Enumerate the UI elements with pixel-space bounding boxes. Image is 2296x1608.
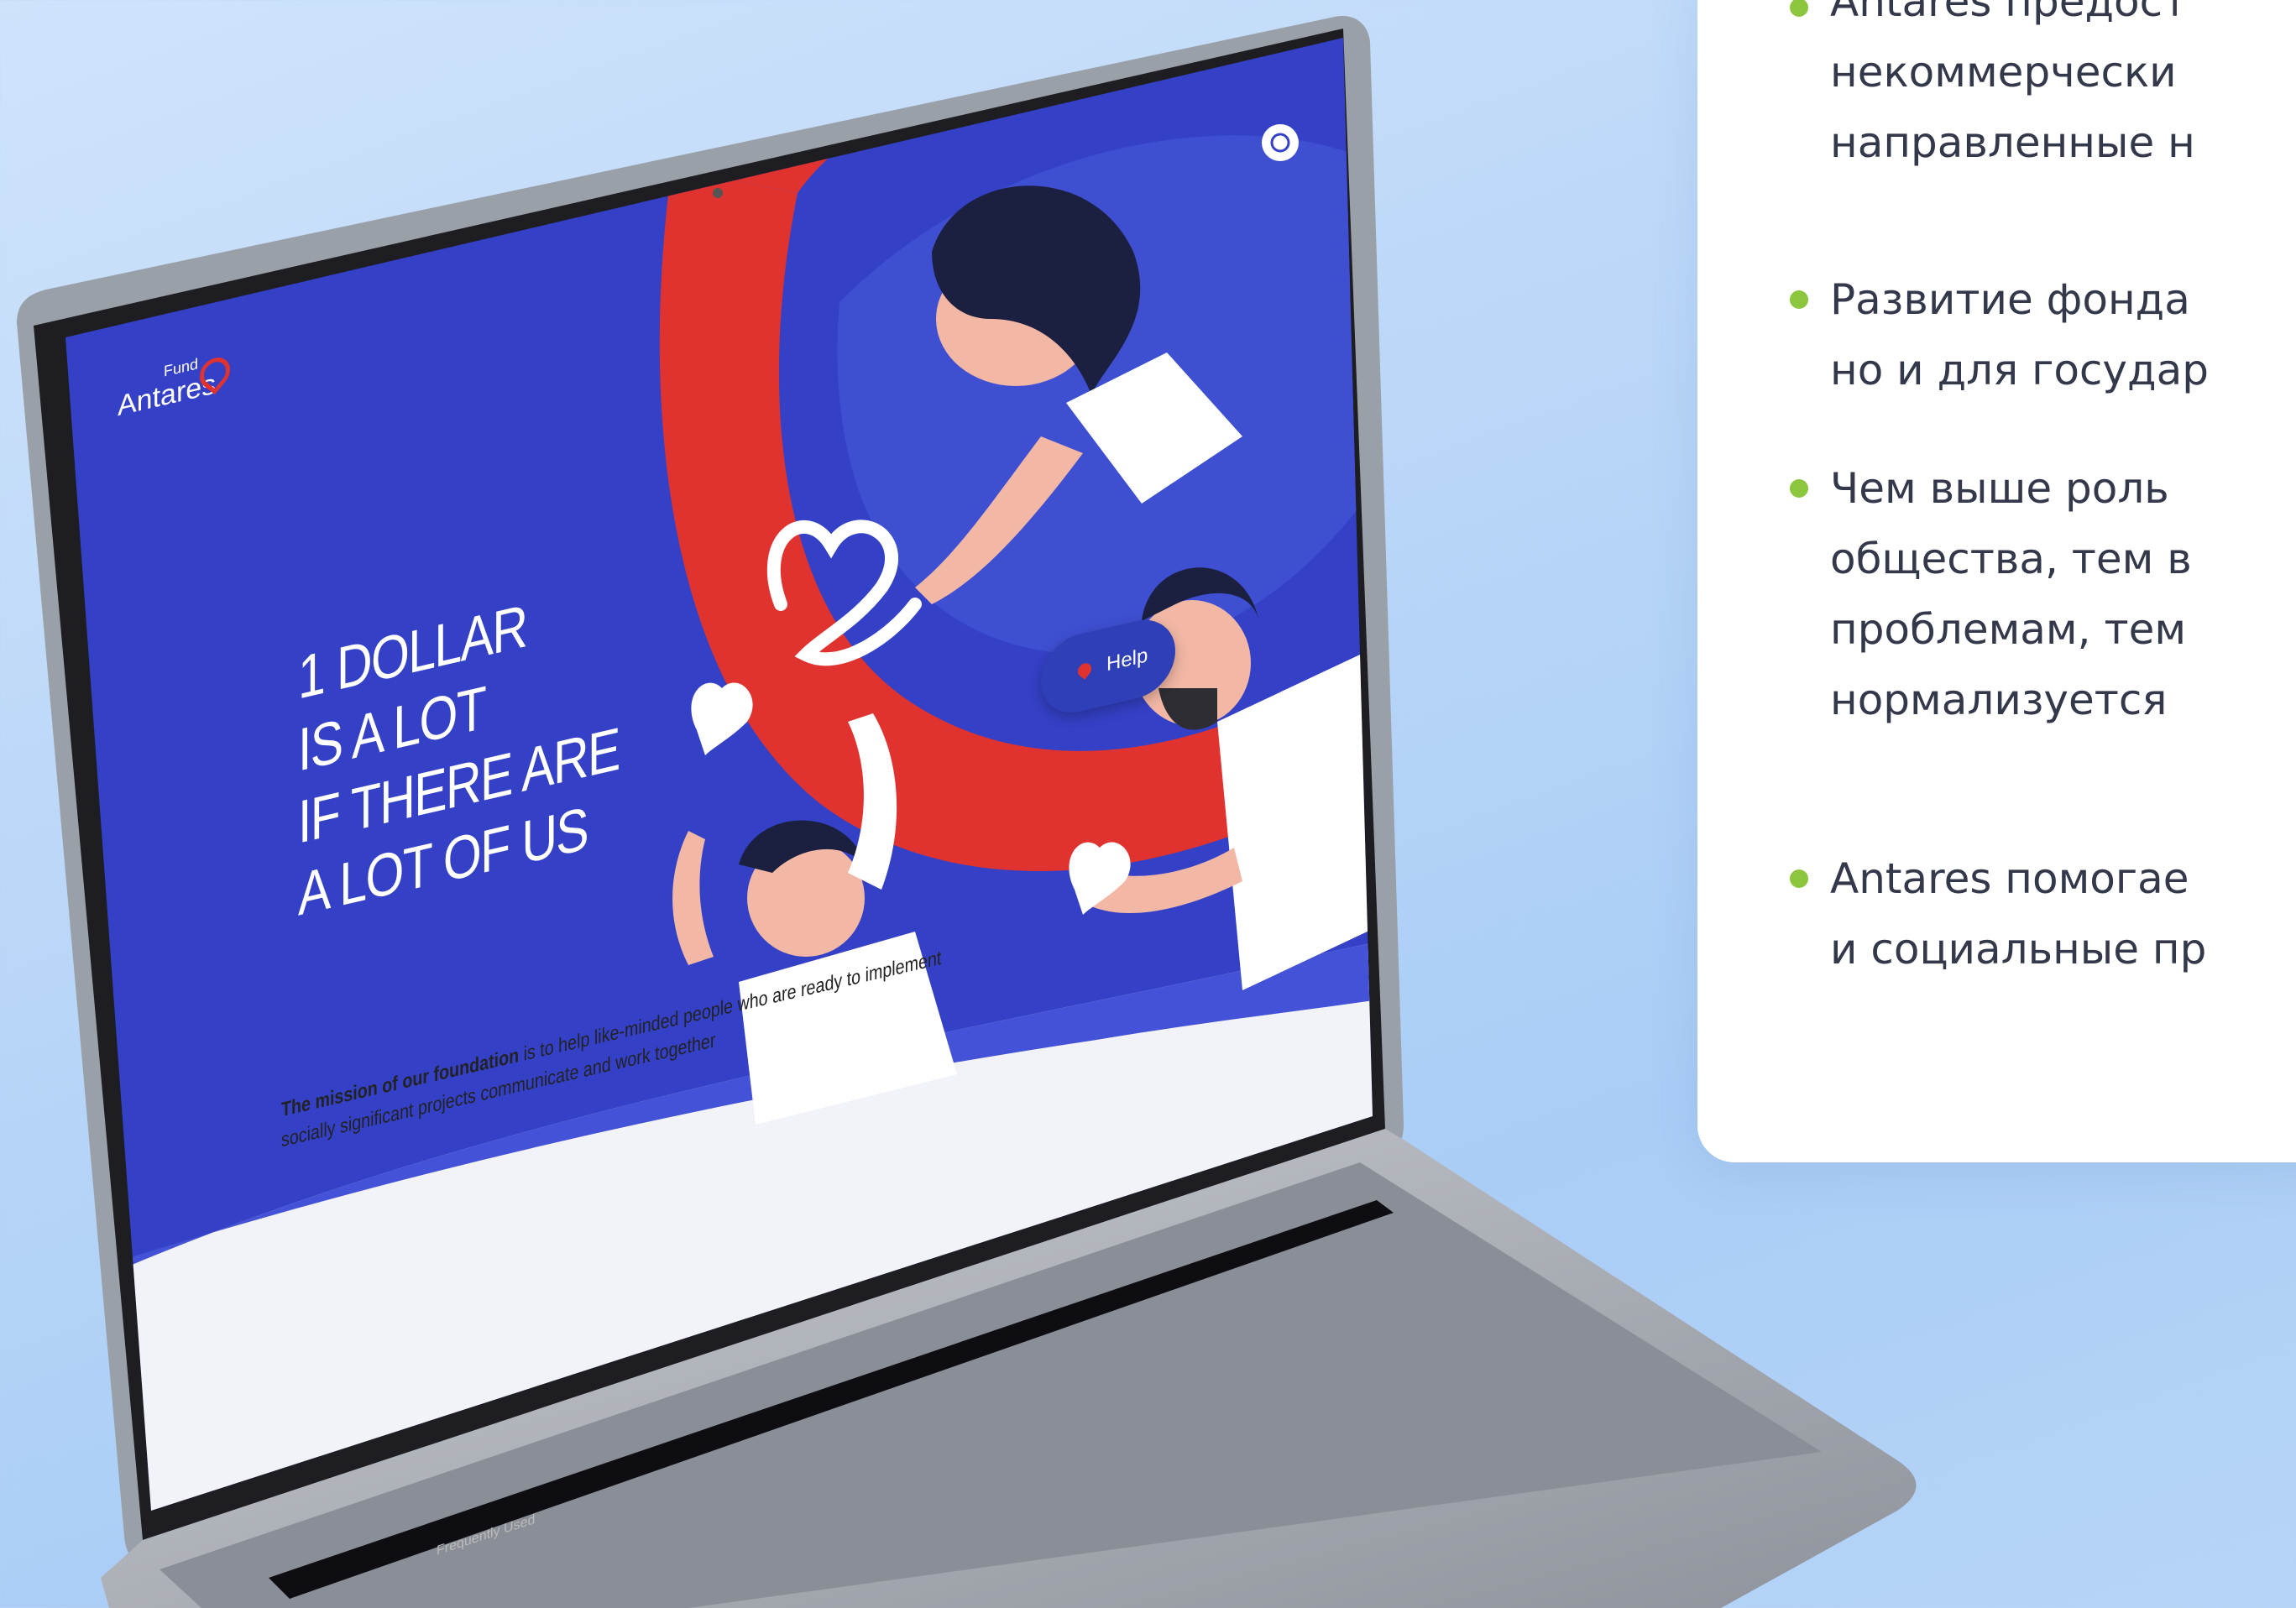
- help-button-label: Help: [1106, 644, 1148, 676]
- scene: Antares предост некоммерчески направленн…: [0, 0, 2296, 1608]
- heart-icon: [1075, 660, 1095, 680]
- mission-text: The mission of our foundation is to help…: [281, 940, 956, 1156]
- help-button[interactable]: Help: [1041, 612, 1175, 721]
- hero-headline: 1 DOLLAR IS A LOT IF THERE ARE A LOT OF …: [298, 568, 620, 931]
- mission-rest: is to help like-minded people who are re…: [519, 946, 942, 1067]
